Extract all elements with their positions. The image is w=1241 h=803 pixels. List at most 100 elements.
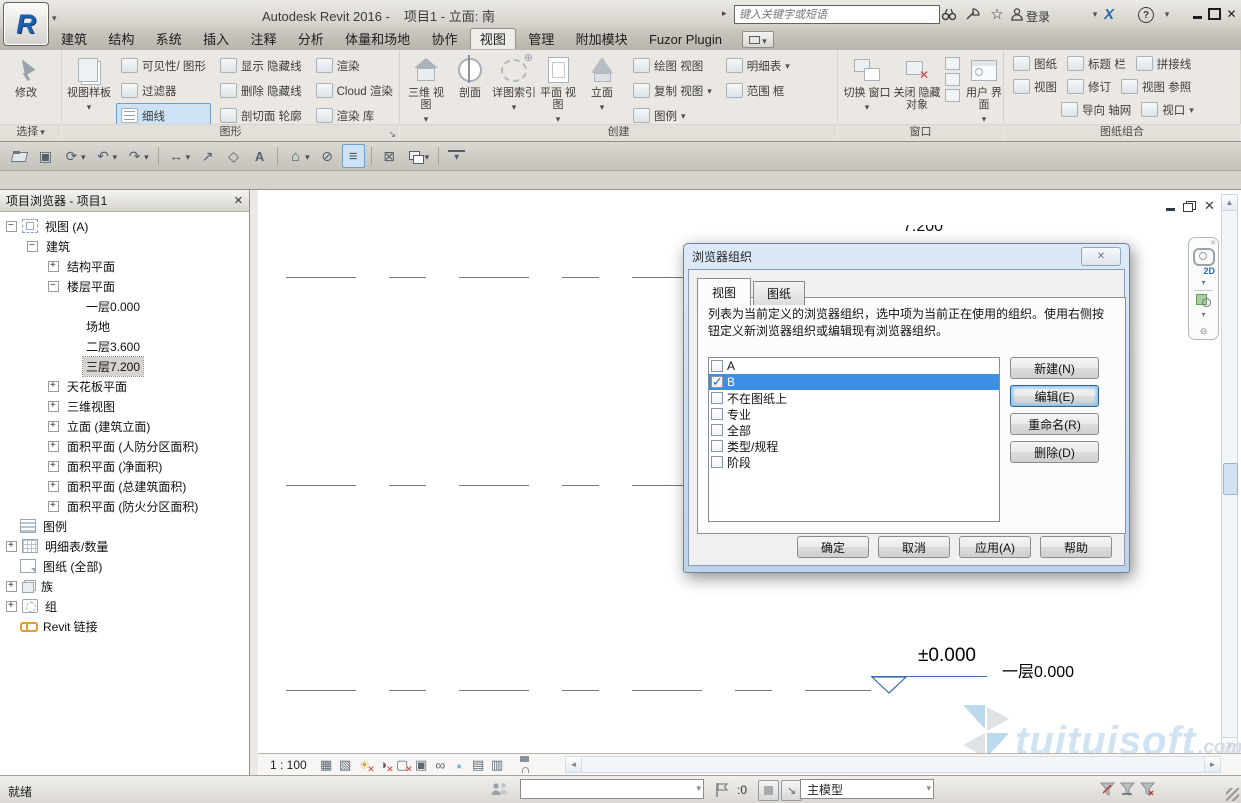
ribbon-tab[interactable]: 系统: [147, 28, 191, 49]
view-control-button[interactable]: [393, 756, 412, 773]
organization-list-item[interactable]: A: [709, 358, 999, 374]
help-icon[interactable]: [1138, 7, 1154, 23]
level-name-label[interactable]: 一层0.000: [1002, 658, 1074, 682]
level-elevation-value[interactable]: ±0.000: [918, 645, 976, 667]
tree-item[interactable]: 场地: [0, 316, 249, 336]
help-arrow-icon[interactable]: [1158, 6, 1176, 22]
application-menu-arrow-icon[interactable]: [52, 10, 57, 24]
checkbox[interactable]: [711, 424, 723, 436]
search-icon[interactable]: [940, 6, 958, 22]
expand-toggle-icon[interactable]: [48, 421, 59, 432]
organization-list-item[interactable]: B: [709, 374, 999, 390]
checkbox[interactable]: [711, 392, 723, 404]
level-head-icon[interactable]: [871, 676, 907, 695]
tree-item[interactable]: 三层7.200: [0, 356, 249, 376]
tree-item[interactable]: 面积平面 (防火分区面积): [0, 496, 249, 516]
expand-toggle-icon[interactable]: [48, 401, 59, 412]
qat-button[interactable]: [404, 144, 433, 168]
ribbon-big-button[interactable]: 关闭 隐藏对象: [892, 53, 942, 113]
ribbon-tab[interactable]: 协作: [423, 28, 467, 49]
ribbon-display-toggle-button[interactable]: [742, 31, 774, 48]
view-control-button[interactable]: [488, 756, 507, 773]
expand-toggle-icon[interactable]: [6, 541, 17, 552]
qat-button[interactable]: [60, 144, 89, 168]
view-control-button[interactable]: [355, 756, 374, 773]
user-interface-button[interactable]: 用户 界面: [963, 53, 1005, 125]
dialog-bottom-button[interactable]: 帮助: [1040, 536, 1112, 558]
active-option-only-button[interactable]: [758, 780, 779, 801]
tree-item[interactable]: 立面 (建筑立面): [0, 416, 249, 436]
view-control-button[interactable]: [336, 756, 355, 773]
ribbon-big-button[interactable]: 切换 窗口: [842, 53, 892, 113]
ribbon-big-button[interactable]: 剖面: [448, 53, 492, 125]
panel-label-select[interactable]: 选择: [0, 124, 61, 141]
expand-toggle-icon[interactable]: [48, 281, 59, 292]
ribbon-big-button[interactable]: 立面: [580, 53, 624, 125]
tree-item[interactable]: 面积平面 (净面积): [0, 456, 249, 476]
qat-customize-button[interactable]: [445, 144, 468, 168]
checkbox[interactable]: [711, 376, 723, 388]
ribbon-tab[interactable]: 建筑: [52, 28, 96, 49]
window-arrange-button[interactable]: [945, 73, 960, 86]
select-links-icon[interactable]: [1100, 781, 1115, 797]
tree-item[interactable]: 明细表/数量: [0, 536, 249, 556]
dialog-side-button[interactable]: 重命名(R): [1010, 413, 1099, 435]
ribbon-small-button[interactable]: 导向 轴网: [1056, 97, 1136, 122]
qat-button[interactable]: [34, 144, 57, 168]
tree-item[interactable]: 面积平面 (总建筑面积): [0, 476, 249, 496]
project-browser-header[interactable]: 项目浏览器 - 项目1: [0, 190, 249, 212]
dialog-bottom-button[interactable]: 确定: [797, 536, 869, 558]
ribbon-tab[interactable]: 插入: [194, 28, 238, 49]
dialog-launcher-icon[interactable]: [388, 127, 396, 142]
design-options-icon[interactable]: [714, 782, 730, 801]
exchange-apps-icon[interactable]: [1100, 6, 1118, 22]
select-underlay-icon[interactable]: [1120, 781, 1135, 797]
qat-button[interactable]: [123, 144, 152, 168]
view-control-button[interactable]: [317, 756, 336, 773]
qat-button[interactable]: [92, 144, 121, 168]
ribbon-small-button[interactable]: 拼接线: [1131, 51, 1197, 76]
ribbon-small-button[interactable]: 过滤器: [116, 78, 211, 103]
qat-button[interactable]: [248, 144, 271, 168]
expand-toggle-icon[interactable]: [6, 601, 17, 612]
ribbon-small-button[interactable]: 图纸: [1008, 51, 1062, 76]
close-icon[interactable]: [234, 194, 243, 207]
dialog-close-button[interactable]: [1081, 247, 1121, 266]
view-control-button[interactable]: [412, 756, 431, 773]
worksets-icon[interactable]: [490, 781, 509, 801]
ribbon-small-button[interactable]: 标题 栏: [1062, 51, 1131, 76]
dialog-bottom-button[interactable]: 应用(A): [959, 536, 1031, 558]
expand-toggle-icon[interactable]: [48, 441, 59, 452]
tree-item[interactable]: 族: [0, 576, 249, 596]
organization-list-item[interactable]: 专业: [709, 406, 999, 422]
qat-button[interactable]: [378, 144, 401, 168]
level-line[interactable]: [286, 690, 871, 691]
organization-list-item[interactable]: 类型/规程: [709, 438, 999, 454]
checkbox[interactable]: [711, 360, 723, 372]
ribbon-small-button[interactable]: 范围 框: [721, 78, 795, 103]
design-options-combo[interactable]: 主模型: [800, 779, 934, 799]
dialog-side-button[interactable]: 删除(D): [1010, 441, 1099, 463]
qat-button[interactable]: [316, 144, 339, 168]
application-menu-button[interactable]: [3, 2, 49, 46]
tree-item[interactable]: 建筑: [0, 236, 249, 256]
dialog-tab[interactable]: 图纸: [753, 281, 805, 305]
ribbon-small-button[interactable]: 复制 视图: [628, 78, 717, 103]
sign-in-label[interactable]: 登录: [1026, 8, 1050, 25]
search-input[interactable]: [734, 5, 940, 24]
expand-toggle-icon[interactable]: [27, 241, 38, 252]
ribbon-small-button[interactable]: 可见性/ 图形: [116, 53, 211, 78]
ribbon-small-button[interactable]: 明细表: [721, 53, 795, 78]
communication-center-icon[interactable]: [964, 6, 982, 22]
tree-item[interactable]: 图纸 (全部): [0, 556, 249, 576]
wheel-dropdown-icon[interactable]: [1201, 278, 1205, 287]
organization-list-item[interactable]: 阶段: [709, 454, 999, 470]
view-close-button[interactable]: [1204, 198, 1215, 214]
tree-item[interactable]: 二层3.600: [0, 336, 249, 356]
view-control-button[interactable]: [431, 756, 450, 773]
ribbon-small-button[interactable]: 删除 隐藏线: [215, 78, 307, 103]
zoom-icon[interactable]: [1196, 294, 1212, 308]
sign-in-icon[interactable]: [1008, 6, 1026, 22]
view-control-button[interactable]: [507, 756, 526, 773]
minimize-button[interactable]: [1190, 7, 1205, 21]
